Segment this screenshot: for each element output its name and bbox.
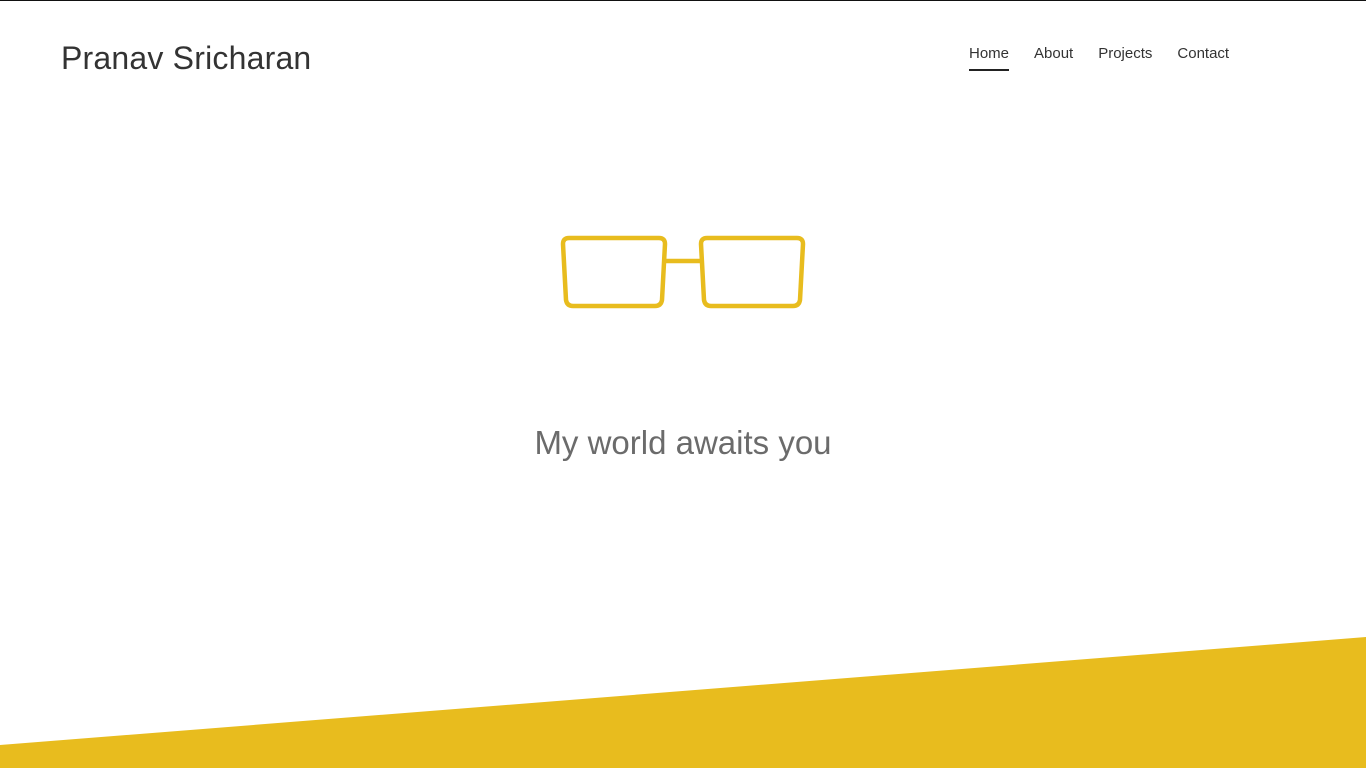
nav-item-about[interactable]: About xyxy=(1034,44,1073,71)
main-nav: Home About Projects Contact xyxy=(969,44,1254,71)
hero-tagline: My world awaits you xyxy=(534,424,832,461)
accent-band xyxy=(0,637,1366,768)
right-lens xyxy=(698,235,806,309)
nav-item-projects[interactable]: Projects xyxy=(1098,44,1152,71)
nav-item-home[interactable]: Home xyxy=(969,44,1010,71)
site-title[interactable]: Pranav Sricharan xyxy=(61,38,311,78)
top-border xyxy=(0,0,1366,1)
nav-item-contact[interactable]: Contact xyxy=(1177,44,1229,71)
glasses-icon xyxy=(560,235,806,309)
left-lens xyxy=(560,235,668,309)
